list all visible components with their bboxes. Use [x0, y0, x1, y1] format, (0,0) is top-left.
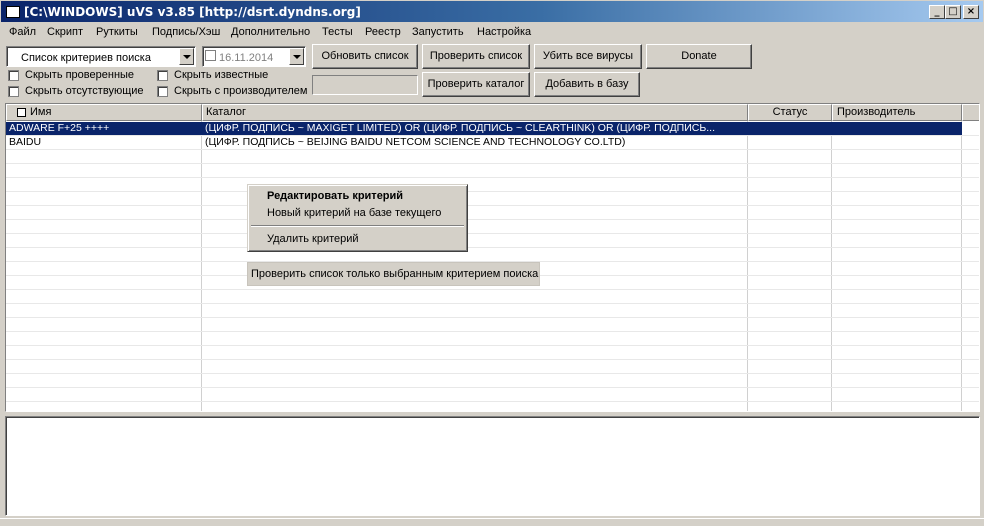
date-picker[interactable]: 16.11.2014	[202, 46, 306, 67]
log-panel[interactable]	[5, 416, 980, 516]
window-title: [C:\WINDOWS] uVS v3.85 [http://dsrt.dynd…	[24, 5, 361, 19]
criteria-grid[interactable]: Имя Каталог Статус Производитель ADWARE …	[5, 103, 980, 412]
checkbox-box[interactable]	[8, 86, 19, 97]
menu-advanced[interactable]: Дополнительно	[231, 26, 310, 38]
column-header-status[interactable]: Статус	[748, 104, 832, 121]
row-divider	[6, 219, 979, 220]
column-divider	[961, 121, 962, 411]
column-header-catalog[interactable]: Каталог	[202, 104, 748, 121]
select-all-checkbox[interactable]	[17, 108, 26, 117]
date-value: 16.11.2014	[219, 52, 274, 64]
row-catalog: (ЦИФР. ПОДПИСЬ ~ MAXIGET LIMITED) OR (ЦИ…	[205, 122, 715, 134]
close-button[interactable]: ×	[963, 5, 979, 19]
row-divider	[6, 205, 979, 206]
hide-checked-checkbox[interactable]: Скрыть проверенные	[8, 69, 153, 83]
checkbox-box[interactable]	[157, 86, 168, 97]
menu-rootkits[interactable]: Руткиты	[96, 26, 138, 38]
checkbox-box[interactable]	[157, 70, 168, 81]
app-icon	[6, 6, 20, 18]
donate-button[interactable]: Donate	[646, 44, 752, 69]
row-divider	[6, 331, 979, 332]
column-header-spacer	[962, 104, 979, 121]
menu-tests[interactable]: Тесты	[322, 26, 353, 38]
column-divider	[201, 121, 202, 411]
check-catalog-button[interactable]: Проверить каталог	[422, 72, 530, 97]
criteria-list-value: Список критериев поиска	[21, 52, 151, 64]
row-divider	[6, 401, 979, 402]
row-divider	[6, 247, 979, 248]
progress-field	[312, 75, 418, 95]
menu-bar: Файл Скрипт Руткиты Подпись/Хэш Дополнит…	[0, 23, 984, 43]
criteria-list-combo[interactable]: Список критериев поиска	[6, 46, 196, 67]
column-header-name[interactable]: Имя	[6, 104, 202, 121]
menu-registry[interactable]: Реестр	[365, 26, 401, 38]
hide-with-vendor-checkbox[interactable]: Скрыть с производителем	[157, 85, 312, 99]
minimize-button[interactable]: _	[929, 5, 945, 19]
menu-file[interactable]: Файл	[9, 26, 36, 38]
row-divider	[6, 233, 979, 234]
row-divider	[6, 387, 979, 388]
menu-settings[interactable]: Настройка	[477, 26, 531, 38]
menu-separator	[251, 225, 464, 227]
tooltip: Проверить список только выбранным критер…	[247, 262, 540, 286]
table-row[interactable]: BAIDU (ЦИФР. ПОДПИСЬ ~ BEIJING BAIDU NET…	[6, 136, 962, 149]
kill-all-viruses-button[interactable]: Убить все вирусы	[534, 44, 642, 69]
row-divider	[6, 359, 979, 360]
table-row[interactable]: ADWARE F+25 ++++ (ЦИФР. ПОДПИСЬ ~ MAXIGE…	[6, 122, 962, 135]
row-divider	[6, 191, 979, 192]
row-divider	[6, 177, 979, 178]
chevron-down-icon[interactable]	[289, 48, 304, 65]
row-name: ADWARE F+25 ++++	[9, 122, 110, 134]
maximize-button[interactable]: □	[945, 5, 961, 19]
menu-item-new-criterion-based[interactable]: Новый критерий на базе текущего	[267, 207, 441, 219]
row-divider	[6, 303, 979, 304]
context-menu: Редактировать критерий Новый критерий на…	[247, 184, 468, 252]
row-divider	[6, 163, 979, 164]
title-bar[interactable]: [C:\WINDOWS] uVS v3.85 [http://dsrt.dynd…	[0, 0, 984, 23]
hide-missing-label: Скрыть отсутствующие	[25, 85, 144, 97]
column-divider	[747, 121, 748, 411]
row-divider	[6, 345, 979, 346]
column-vendor-label: Производитель	[837, 106, 916, 118]
check-list-button[interactable]: Проверить список	[422, 44, 530, 69]
row-divider	[6, 317, 979, 318]
row-divider	[6, 149, 979, 150]
checkbox-box[interactable]	[8, 70, 19, 81]
menu-item-delete-criterion[interactable]: Удалить критерий	[267, 233, 359, 245]
column-status-label: Статус	[772, 106, 808, 118]
menu-run[interactable]: Запустить	[412, 26, 464, 38]
date-checkbox[interactable]	[205, 50, 216, 61]
hide-known-checkbox[interactable]: Скрыть известные	[157, 69, 307, 83]
add-to-db-button[interactable]: Добавить в базу	[534, 72, 640, 97]
column-catalog-label: Каталог	[206, 106, 246, 118]
menu-script[interactable]: Скрипт	[47, 26, 83, 38]
menu-signature-hash[interactable]: Подпись/Хэш	[152, 26, 220, 38]
row-divider	[6, 373, 979, 374]
hide-known-label: Скрыть известные	[174, 69, 269, 81]
status-bar	[0, 518, 984, 526]
chevron-down-icon[interactable]	[179, 48, 194, 65]
hide-checked-label: Скрыть проверенные	[25, 69, 135, 81]
refresh-list-button[interactable]: Обновить список	[312, 44, 418, 69]
column-header-vendor[interactable]: Производитель	[832, 104, 962, 121]
hide-with-vendor-label: Скрыть с производителем	[174, 85, 308, 97]
row-catalog: (ЦИФР. ПОДПИСЬ ~ BEIJING BAIDU NETCOM SC…	[205, 136, 626, 148]
row-divider	[6, 289, 979, 290]
column-divider	[831, 121, 832, 411]
menu-item-edit-criterion[interactable]: Редактировать критерий	[267, 190, 403, 202]
hide-missing-checkbox[interactable]: Скрыть отсутствующие	[8, 85, 153, 99]
column-name-label: Имя	[30, 106, 52, 118]
row-name: BAIDU	[9, 136, 42, 148]
